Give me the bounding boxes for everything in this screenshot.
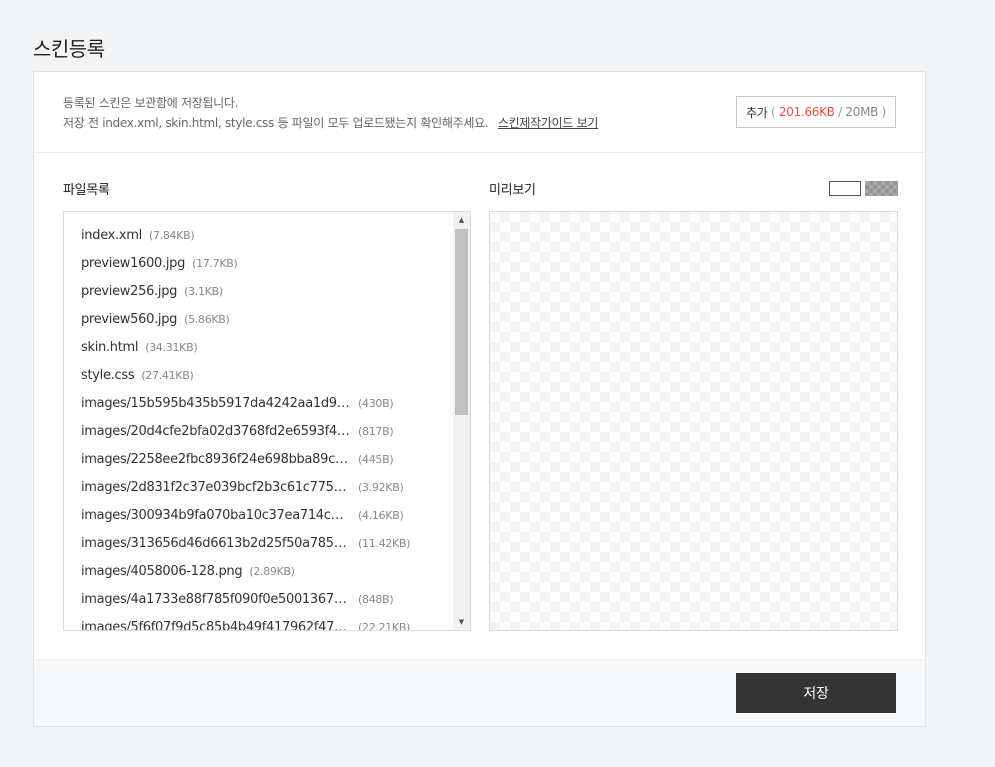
file-size: (17.7KB) — [192, 257, 238, 270]
triangle-down-icon[interactable]: ▼ — [453, 614, 470, 630]
file-name: preview560.jpg — [81, 312, 178, 327]
file-size: (4.16KB) — [358, 509, 404, 522]
preview-label: 미리보기 — [489, 183, 536, 198]
file-name: images/2258ee2fbc8936f24e698bba89c266… — [81, 452, 351, 467]
skin-register-panel: 등록된 스킨은 보관함에 저장됩니다. 저장 전 index.xml, skin… — [33, 71, 926, 727]
file-size: (3.1KB) — [184, 285, 223, 298]
file-size: (430B) — [358, 397, 394, 410]
file-list: index.xml (7.84KB) preview1600.jpg (17.7KB)… — [64, 212, 470, 631]
scrollbar-thumb[interactable] — [455, 229, 468, 415]
info-text: 등록된 스킨은 보관함에 저장됩니다. 저장 전 index.xml, skin… — [63, 93, 598, 133]
total-capacity: 20MB — [845, 105, 879, 119]
file-size: (27.41KB) — [141, 369, 194, 382]
footer-bar: 저장 — [34, 659, 925, 726]
file-size: (7.84KB) — [148, 229, 195, 242]
file-list-box: index.xml (7.84KB) preview1600.jpg (17.7KB)… — [63, 211, 471, 631]
file-list-item[interactable]: images/4058006-128.png (2.89KB) — [81, 558, 470, 586]
page-title: 스킨등록 — [33, 37, 105, 61]
file-name: preview1600.jpg — [81, 256, 186, 271]
file-name: images/4a1733e88f785f090f0e5001367663b… — [81, 592, 351, 607]
file-list-item[interactable]: images/2258ee2fbc8936f24e698bba89c266… (4… — [81, 446, 470, 474]
file-name: images/300934b9fa070ba10c37ea714c364b… — [81, 508, 351, 523]
file-name: images/20d4cfe2bfa02d3768fd2e6593f47a0… — [81, 424, 351, 439]
file-size: (5.86KB) — [184, 313, 230, 326]
file-size: (445B) — [358, 453, 394, 466]
file-list-item[interactable]: index.xml (7.84KB) — [81, 222, 470, 250]
used-capacity: 201.66KB — [778, 105, 835, 119]
skin-guide-link[interactable]: 스킨제작가이드 보기 — [498, 116, 598, 130]
file-size: (848B) — [358, 593, 394, 606]
file-size: (22.21KB) — [358, 621, 411, 631]
file-name: skin.html — [81, 340, 139, 355]
divider — [34, 152, 925, 153]
file-list-scrollbar[interactable]: ▲ ▼ — [453, 212, 470, 630]
file-list-item[interactable]: images/313656d46d6613b2d25f50a785361e… (1… — [81, 530, 470, 558]
add-file-button[interactable]: 추가 ( 201.66KB / 20MB ) — [736, 96, 896, 128]
file-list-item[interactable]: preview1600.jpg (17.7KB) — [81, 250, 470, 278]
file-list-item[interactable]: images/20d4cfe2bfa02d3768fd2e6593f47a0… (… — [81, 418, 470, 446]
file-size: (11.42KB) — [358, 537, 411, 550]
triangle-up-icon[interactable]: ▲ — [453, 212, 470, 228]
file-list-item[interactable]: images/5f6f07f9d5c85b4b49f417962f470b25…… — [81, 614, 470, 631]
file-list-item[interactable]: images/300934b9fa070ba10c37ea714c364b… (4… — [81, 502, 470, 530]
file-name: index.xml — [81, 228, 142, 243]
file-name: images/15b595b435b5917da4242aa1d995b… — [81, 396, 351, 411]
info-line-2: 저장 전 index.xml, skin.html, style.css 등 파… — [63, 113, 598, 133]
file-name: images/2d831f2c37e039bcf2b3c61c77571a7… — [81, 480, 351, 495]
file-size: (34.31KB) — [145, 341, 198, 354]
preview-bg-gray-toggle[interactable] — [865, 181, 898, 196]
add-button-label: 추가 — [746, 105, 768, 120]
file-list-item[interactable]: images/15b595b435b5917da4242aa1d995b… (43… — [81, 390, 470, 418]
file-list-item[interactable]: preview256.jpg (3.1KB) — [81, 278, 470, 306]
file-name: preview256.jpg — [81, 284, 178, 299]
file-size: (817B) — [358, 425, 394, 438]
file-list-label: 파일목록 — [63, 183, 110, 198]
info-line-2-text: 저장 전 index.xml, skin.html, style.css 등 파… — [63, 116, 489, 130]
file-list-item[interactable]: images/4a1733e88f785f090f0e5001367663b… (… — [81, 586, 470, 614]
file-name: images/4058006-128.png — [81, 564, 243, 579]
file-list-item[interactable]: style.css (27.41KB) — [81, 362, 470, 390]
add-button-open-paren: ( — [771, 105, 776, 119]
file-name: style.css — [81, 368, 135, 383]
file-name: images/313656d46d6613b2d25f50a785361e… — [81, 536, 351, 551]
file-size: (2.89KB) — [249, 565, 295, 578]
capacity-separator: / — [838, 105, 842, 119]
file-list-item[interactable]: preview560.jpg (5.86KB) — [81, 306, 470, 334]
file-size: (3.92KB) — [358, 481, 404, 494]
file-list-item[interactable]: skin.html (34.31KB) — [81, 334, 470, 362]
preview-bg-white-toggle[interactable] — [829, 181, 861, 196]
add-button-close-paren: ) — [881, 105, 887, 119]
file-list-item[interactable]: images/2d831f2c37e039bcf2b3c61c77571a7… (… — [81, 474, 470, 502]
info-line-1: 등록된 스킨은 보관함에 저장됩니다. — [63, 96, 239, 110]
preview-area — [489, 211, 898, 631]
file-name: images/5f6f07f9d5c85b4b49f417962f470b25… — [81, 620, 351, 631]
save-button[interactable]: 저장 — [736, 673, 896, 713]
